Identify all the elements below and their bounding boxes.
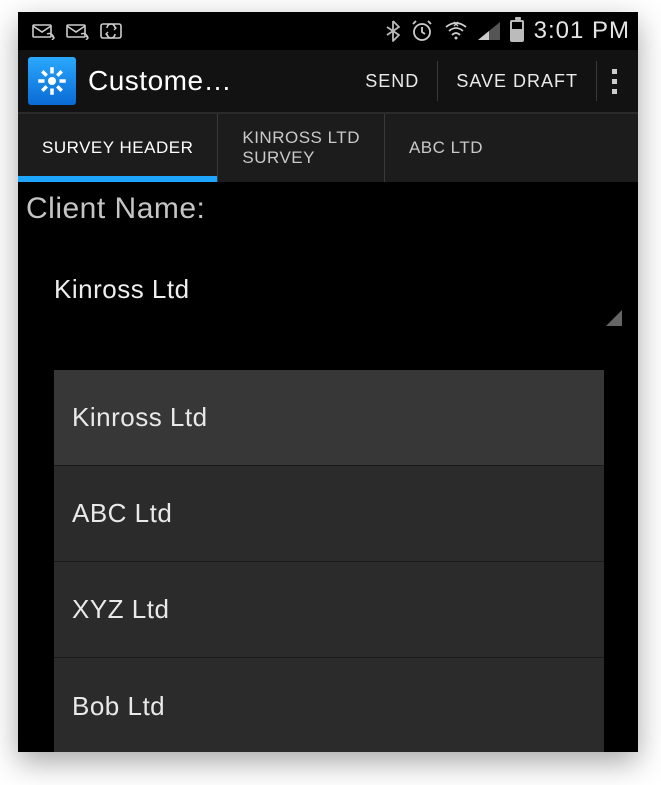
dropdown-option[interactable]: Bob Ltd [54, 658, 604, 752]
app-title: Custome… [88, 65, 345, 97]
dropdown-option[interactable]: ABC Ltd [54, 466, 604, 562]
bluetooth-icon [386, 20, 400, 42]
status-time: 3:01 PM [534, 17, 630, 45]
client-name-dropdown-popup: Kinross Ltd ABC Ltd XYZ Ltd Bob Ltd [54, 370, 604, 752]
send-button[interactable]: SEND [347, 61, 437, 101]
tab-bar: SURVEY HEADER KINROSS LTD SURVEY ABC LTD [18, 114, 638, 182]
dropdown-option[interactable]: XYZ Ltd [54, 562, 604, 658]
sync-icon [100, 22, 122, 40]
tab-kinross-survey[interactable]: KINROSS LTD SURVEY [218, 114, 385, 182]
tab-survey-header[interactable]: SURVEY HEADER [18, 114, 218, 182]
app-actions: SEND SAVE DRAFT [347, 50, 632, 112]
battery-icon [510, 20, 524, 42]
mail-icon [32, 22, 56, 40]
save-draft-button[interactable]: SAVE DRAFT [437, 61, 596, 101]
client-name-value: Kinross Ltd [54, 274, 190, 305]
form-area: Client Name: Kinross Ltd [18, 182, 638, 324]
client-name-dropdown[interactable]: Kinross Ltd [36, 254, 620, 324]
mail-icon [66, 22, 90, 40]
device-frame: 3:01 PM Custome… SEND SAVE DRAFT SURVEY … [18, 12, 638, 752]
alarm-icon [410, 20, 434, 42]
overflow-menu-button[interactable] [596, 61, 632, 101]
dropdown-option[interactable]: Kinross Ltd [54, 370, 604, 466]
app-bar: Custome… SEND SAVE DRAFT [18, 50, 638, 114]
signal-icon [478, 22, 500, 40]
status-left [26, 22, 122, 40]
dot-icon [612, 79, 617, 84]
app-icon[interactable] [28, 57, 76, 105]
status-right: 3:01 PM [386, 17, 630, 45]
client-name-label: Client Name: [18, 188, 638, 236]
tab-abc-ltd[interactable]: ABC LTD [385, 114, 491, 182]
dot-icon [612, 69, 617, 74]
status-bar: 3:01 PM [18, 12, 638, 50]
wifi-icon [444, 21, 468, 41]
gear-icon [37, 66, 67, 96]
dot-icon [612, 89, 617, 94]
